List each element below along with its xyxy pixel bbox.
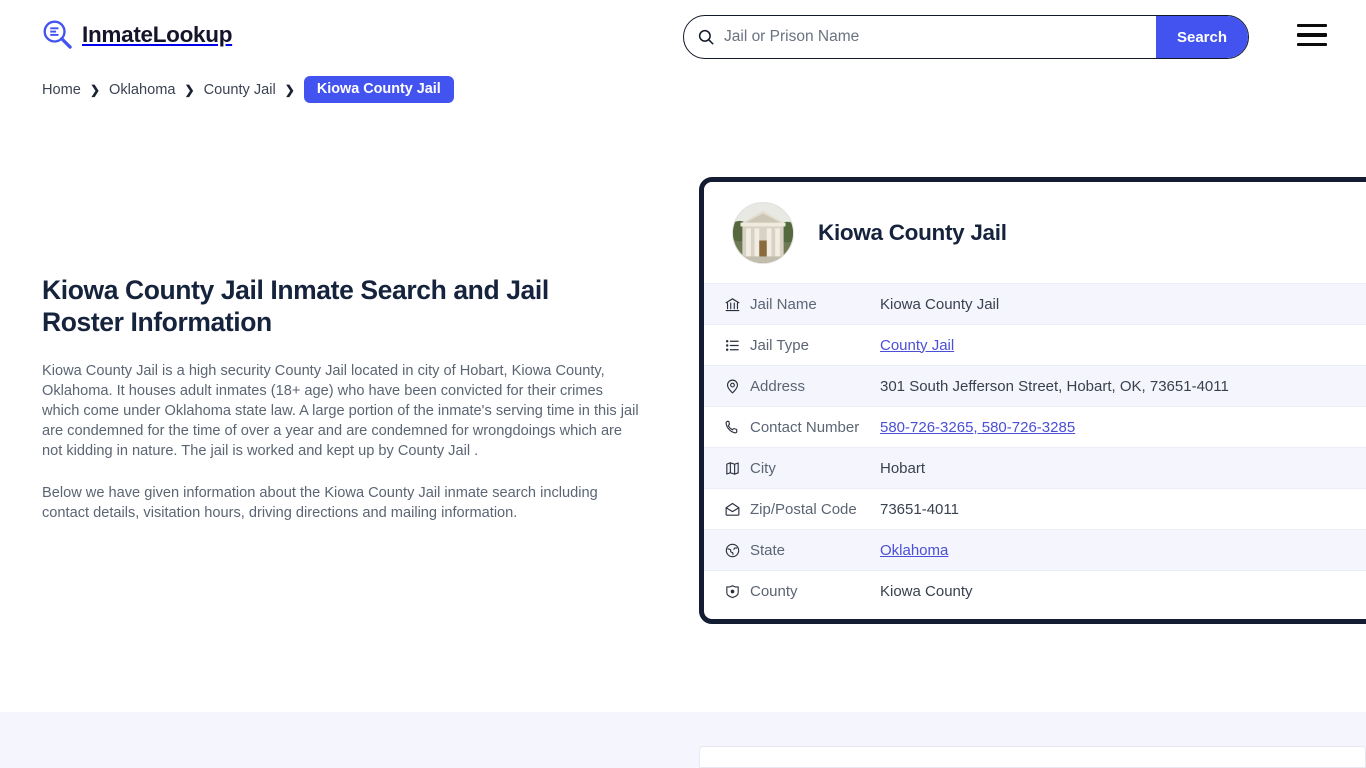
hamburger-bar bbox=[1297, 24, 1327, 28]
hamburger-bar bbox=[1297, 33, 1327, 37]
row-label: Contact Number bbox=[750, 418, 860, 436]
row-value: County Jail bbox=[880, 337, 954, 354]
search-bar[interactable]: Search bbox=[683, 15, 1249, 59]
table-row: County Kiowa County bbox=[704, 570, 1366, 611]
map-icon bbox=[724, 460, 750, 477]
row-label: Jail Name bbox=[750, 295, 817, 313]
bank-building-icon bbox=[724, 296, 750, 313]
table-row: City Hobart bbox=[704, 447, 1366, 488]
brand-name: InmateLookup bbox=[82, 21, 233, 47]
state-link[interactable]: Oklahoma bbox=[880, 542, 948, 559]
table-row: Contact Number 580-726-3265, 580-726-328… bbox=[704, 406, 1366, 447]
chevron-right-icon: ❯ bbox=[184, 82, 195, 97]
row-label: Jail Type bbox=[750, 336, 809, 354]
breadcrumb: Home ❯ Oklahoma ❯ County Jail ❯ Kiowa Co… bbox=[42, 76, 454, 103]
row-value: 73651-4011 bbox=[880, 500, 959, 518]
breadcrumb-item-county-jail[interactable]: County Jail bbox=[204, 82, 276, 98]
search-icon bbox=[698, 29, 714, 45]
page-title: Kiowa County Jail Inmate Search and Jail… bbox=[42, 275, 549, 338]
shield-badge-icon bbox=[724, 583, 750, 600]
bottom-panel-placeholder bbox=[699, 746, 1366, 768]
site-header: InmateLookup Search bbox=[0, 0, 1366, 74]
magnifier-list-logo-icon bbox=[43, 20, 72, 49]
intro-paragraph: Kiowa County Jail is a high security Cou… bbox=[42, 362, 639, 459]
jail-type-link[interactable]: County Jail bbox=[880, 337, 954, 354]
courthouse-building-image bbox=[733, 202, 793, 263]
secondary-paragraph: Below we have given information about th… bbox=[42, 484, 598, 521]
page-root: InmateLookup Search Home ❯ Oklahoma ❯ Co… bbox=[0, 0, 1366, 768]
search-button[interactable]: Search bbox=[1156, 16, 1248, 58]
table-row: State Oklahoma bbox=[704, 529, 1366, 570]
jail-info-card: Kiowa County Jail Jail Name Kiowa County… bbox=[699, 177, 1366, 624]
hamburger-bar bbox=[1297, 42, 1327, 46]
row-value: Kiowa County Jail bbox=[880, 295, 1000, 313]
map-pin-icon bbox=[724, 378, 750, 395]
row-label: City bbox=[750, 459, 776, 477]
table-row: Jail Type County Jail bbox=[704, 324, 1366, 365]
table-row: Zip/Postal Code 73651-4011 bbox=[704, 488, 1366, 529]
contact-number-link[interactable]: 580-726-3265, 580-726-3285 bbox=[880, 419, 1075, 436]
jail-details-table: Jail Name Kiowa County Jail Jail Type Co… bbox=[704, 283, 1366, 611]
card-header: Kiowa County Jail bbox=[704, 182, 1366, 283]
row-value: 580-726-3265, 580-726-3285 bbox=[880, 419, 1075, 436]
row-label: County bbox=[750, 582, 798, 600]
brand-logo[interactable]: InmateLookup bbox=[42, 19, 232, 50]
chevron-right-icon: ❯ bbox=[284, 82, 295, 97]
jail-photo-avatar bbox=[732, 201, 794, 264]
globe-icon bbox=[724, 542, 750, 559]
row-value: Hobart bbox=[880, 459, 926, 477]
row-label: State bbox=[750, 541, 786, 559]
table-row: Jail Name Kiowa County Jail bbox=[704, 283, 1366, 324]
row-label: Address bbox=[750, 377, 806, 395]
list-icon bbox=[724, 337, 750, 354]
breadcrumb-item-current: Kiowa County Jail bbox=[303, 76, 454, 103]
row-label: Zip/Postal Code bbox=[750, 500, 857, 518]
main-content-column: Kiowa County Jail Inmate Search and Jail… bbox=[42, 274, 642, 523]
table-row: Address 301 South Jefferson Street, Hoba… bbox=[704, 365, 1366, 406]
search-input[interactable] bbox=[715, 17, 1156, 57]
breadcrumb-item-oklahoma[interactable]: Oklahoma bbox=[109, 82, 176, 98]
hamburger-menu-icon[interactable] bbox=[1297, 24, 1327, 46]
row-value: 301 South Jefferson Street, Hobart, OK, … bbox=[880, 377, 1229, 395]
row-value: Kiowa County bbox=[880, 582, 973, 600]
card-title: Kiowa County Jail bbox=[818, 219, 1007, 245]
phone-icon bbox=[724, 419, 750, 436]
envelope-open-icon bbox=[724, 501, 750, 518]
breadcrumb-item-home[interactable]: Home bbox=[42, 82, 81, 98]
chevron-right-icon: ❯ bbox=[89, 82, 100, 97]
row-value: Oklahoma bbox=[880, 542, 948, 559]
